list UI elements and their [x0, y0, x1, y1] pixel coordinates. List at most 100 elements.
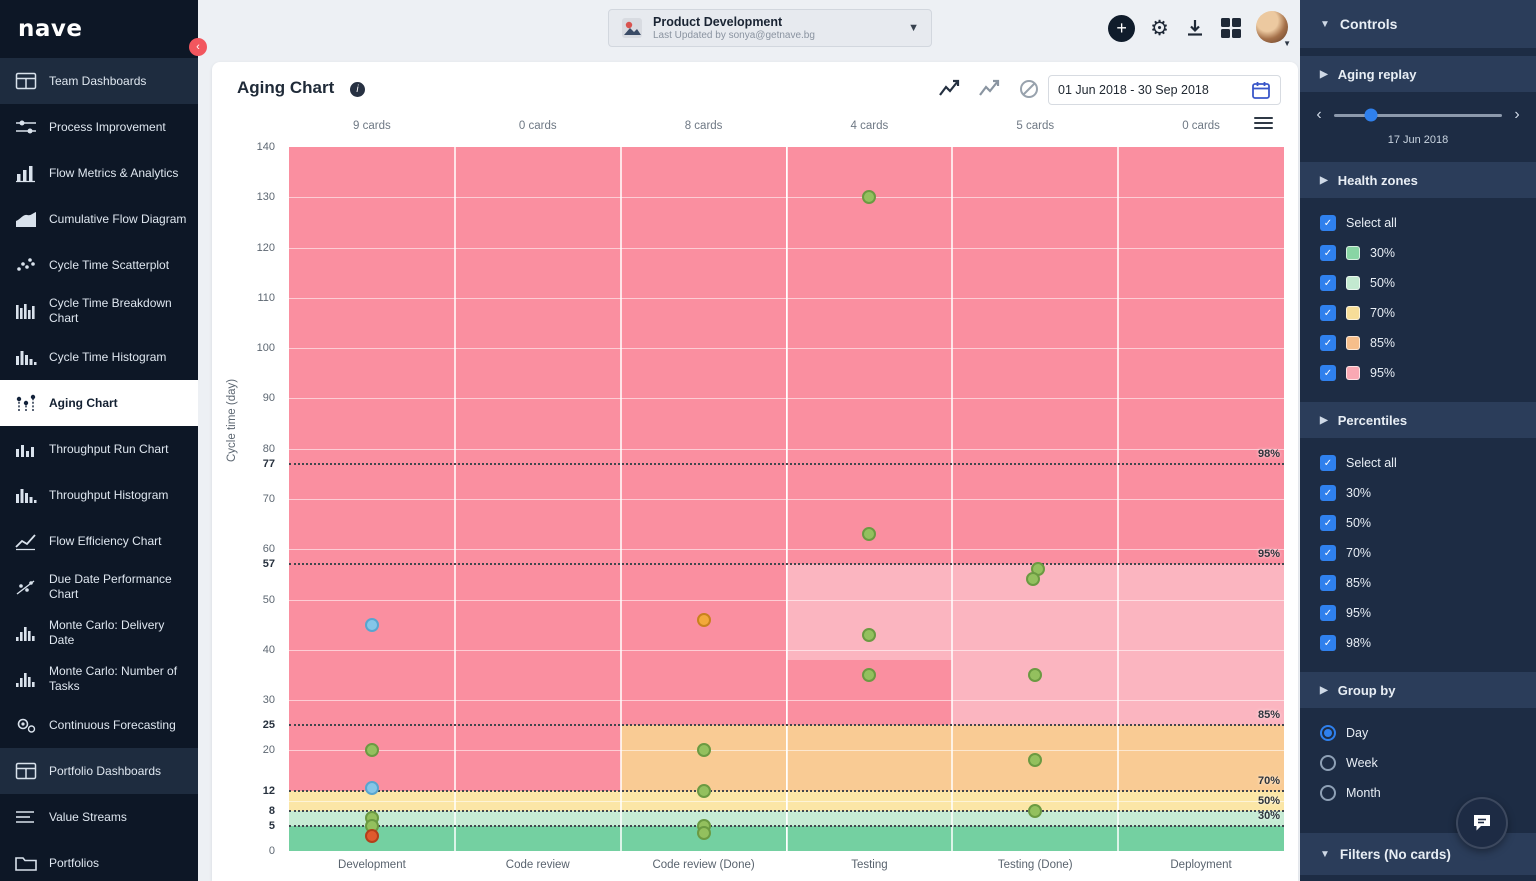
aging-replay-header[interactable]: ▶ Aging replay — [1300, 56, 1536, 92]
health-zones-select-all[interactable]: ✓Select all — [1300, 208, 1536, 238]
checkbox-checked-icon[interactable]: ✓ — [1320, 365, 1336, 381]
checkbox-checked-icon[interactable]: ✓ — [1320, 305, 1336, 321]
percentile-option-30[interactable]: ✓30% — [1300, 478, 1536, 508]
line-chart-secondary-icon[interactable] — [978, 78, 1000, 100]
health-zones-header[interactable]: ▶ Health zones — [1300, 162, 1536, 198]
zone-color-swatch — [1346, 246, 1360, 260]
sidebar-collapse-button[interactable]: ‹ — [189, 38, 207, 56]
health-zone — [787, 725, 953, 790]
checkbox-checked-icon[interactable]: ✓ — [1320, 335, 1336, 351]
sidebar-item-flow-metrics-analytics[interactable]: Flow Metrics & Analytics — [0, 150, 198, 196]
checkbox-checked-icon[interactable]: ✓ — [1320, 515, 1336, 531]
percentile-line — [289, 724, 1284, 726]
health-zone-option-50[interactable]: ✓50% — [1300, 268, 1536, 298]
card-dot[interactable] — [697, 826, 711, 840]
card-dot[interactable] — [697, 743, 711, 757]
board-selector[interactable]: Product Development Last Updated by sony… — [608, 9, 932, 47]
sidebar-item-flow-efficiency-chart[interactable]: Flow Efficiency Chart — [0, 518, 198, 564]
radio-icon[interactable] — [1320, 755, 1336, 771]
controls-header[interactable]: ▼ Controls — [1300, 0, 1536, 48]
radio-icon[interactable] — [1320, 785, 1336, 801]
percentile-line — [289, 463, 1284, 465]
percentile-line — [289, 825, 1284, 827]
group-by-option-day[interactable]: Day — [1300, 718, 1536, 748]
column-separator — [454, 147, 456, 851]
checkbox-checked-icon[interactable]: ✓ — [1320, 245, 1336, 261]
card-dot[interactable] — [697, 613, 711, 627]
sidebar-item-team-dashboards[interactable]: Team Dashboards — [0, 58, 198, 104]
clear-selection-icon[interactable] — [1018, 78, 1040, 100]
percentile-label: 70% — [1258, 775, 1280, 787]
checkbox-label: 50% — [1346, 516, 1371, 530]
replay-slider[interactable] — [1334, 114, 1502, 117]
group-by-option-week[interactable]: Week — [1300, 748, 1536, 778]
replay-next-button[interactable]: › — [1510, 106, 1524, 124]
sidebar-item-portfolio-dashboards[interactable]: Portfolio Dashboards — [0, 748, 198, 794]
settings-gear-icon[interactable]: ⚙ — [1150, 18, 1169, 39]
date-range-value: 01 Jun 2018 - 30 Sep 2018 — [1058, 83, 1243, 97]
card-dot[interactable] — [365, 829, 379, 843]
y-tick: 57 — [263, 558, 275, 570]
sidebar-item-throughput-histogram[interactable]: Throughput Histogram — [0, 472, 198, 518]
health-zone — [289, 147, 455, 791]
card-dot[interactable] — [697, 784, 711, 798]
checkbox-checked-icon[interactable]: ✓ — [1320, 635, 1336, 651]
sidebar-item-cumulative-flow-diagram[interactable]: Cumulative Flow Diagram — [0, 196, 198, 242]
left-sidebar: nave ‹ Team DashboardsProcess Improvemen… — [0, 0, 198, 881]
card-dot[interactable] — [1028, 804, 1042, 818]
sidebar-item-monte-carlo-number-of-tasks[interactable]: Monte Carlo: Number of Tasks — [0, 656, 198, 702]
checkbox-checked-icon[interactable]: ✓ — [1320, 275, 1336, 291]
user-avatar[interactable]: ▼ — [1256, 11, 1288, 45]
checkbox-checked-icon[interactable]: ✓ — [1320, 605, 1336, 621]
health-zone-option-30[interactable]: ✓30% — [1300, 238, 1536, 268]
column-separator — [620, 147, 622, 851]
percentiles-select-all[interactable]: ✓Select all — [1300, 448, 1536, 478]
percentile-option-98[interactable]: ✓98% — [1300, 628, 1536, 658]
percentile-option-50[interactable]: ✓ 50% — [1300, 508, 1536, 538]
health-zone-option-70[interactable]: ✓70% — [1300, 298, 1536, 328]
info-icon[interactable]: i — [350, 82, 365, 97]
checkbox-checked-icon[interactable]: ✓ — [1320, 215, 1336, 231]
y-tick: 100 — [257, 342, 275, 354]
chat-button[interactable] — [1456, 797, 1508, 849]
health-zone-option-95[interactable]: ✓95% — [1300, 358, 1536, 388]
sidebar-item-monte-carlo-delivery-date[interactable]: Monte Carlo: Delivery Date — [0, 610, 198, 656]
sidebar-item-cycle-time-scatterplot[interactable]: Cycle Time Scatterplot — [0, 242, 198, 288]
download-icon[interactable] — [1184, 17, 1206, 39]
percentile-option-85[interactable]: ✓85% — [1300, 568, 1536, 598]
percentiles-header[interactable]: ▶ Percentiles — [1300, 402, 1536, 438]
checkbox-checked-icon[interactable]: ✓ — [1320, 455, 1336, 471]
replay-prev-button[interactable]: ‹ — [1312, 106, 1326, 124]
percentile-option-70[interactable]: ✓70% — [1300, 538, 1536, 568]
date-range-picker[interactable]: 01 Jun 2018 - 30 Sep 2018 — [1048, 75, 1281, 105]
replay-slider-knob[interactable] — [1364, 109, 1377, 122]
sidebar-item-continuous-forecasting[interactable]: Continuous Forecasting — [0, 702, 198, 748]
sidebar-item-cycle-time-histogram[interactable]: Cycle Time Histogram — [0, 334, 198, 380]
add-icon[interactable]: + — [1108, 15, 1135, 42]
percentile-option-95[interactable]: ✓95% — [1300, 598, 1536, 628]
sidebar-item-throughput-run-chart[interactable]: Throughput Run Chart — [0, 426, 198, 472]
chevron-down-icon: ▼ — [908, 22, 919, 34]
group-by-header[interactable]: ▶ Group by — [1300, 672, 1536, 708]
throughput-histogram-icon — [13, 485, 39, 505]
sidebar-item-label: Aging Chart — [49, 396, 118, 411]
column-stage-label: Development — [289, 859, 455, 871]
card-dot[interactable] — [365, 781, 379, 795]
sidebar-item-process-improvement[interactable]: Process Improvement — [0, 104, 198, 150]
apps-grid-icon[interactable] — [1221, 18, 1241, 38]
percentile-label: 98% — [1258, 448, 1280, 460]
group-by-option-month[interactable]: Month — [1300, 778, 1536, 808]
radio-selected-icon[interactable] — [1320, 725, 1336, 741]
checkbox-checked-icon[interactable]: ✓ — [1320, 485, 1336, 501]
card-dot[interactable] — [365, 618, 379, 632]
page-title: Aging Chart — [237, 78, 334, 98]
sidebar-item-cycle-time-breakdown-chart[interactable]: Cycle Time Breakdown Chart — [0, 288, 198, 334]
sidebar-item-aging-chart[interactable]: Aging Chart — [0, 380, 198, 426]
checkbox-checked-icon[interactable]: ✓ — [1320, 575, 1336, 591]
sidebar-item-value-streams[interactable]: Value Streams — [0, 794, 198, 840]
sidebar-item-due-date-performance-chart[interactable]: Due Date Performance Chart — [0, 564, 198, 610]
health-zone-option-85[interactable]: ✓85% — [1300, 328, 1536, 358]
sidebar-item-portfolios[interactable]: Portfolios — [0, 840, 198, 881]
checkbox-checked-icon[interactable]: ✓ — [1320, 545, 1336, 561]
line-chart-icon[interactable] — [938, 78, 960, 100]
